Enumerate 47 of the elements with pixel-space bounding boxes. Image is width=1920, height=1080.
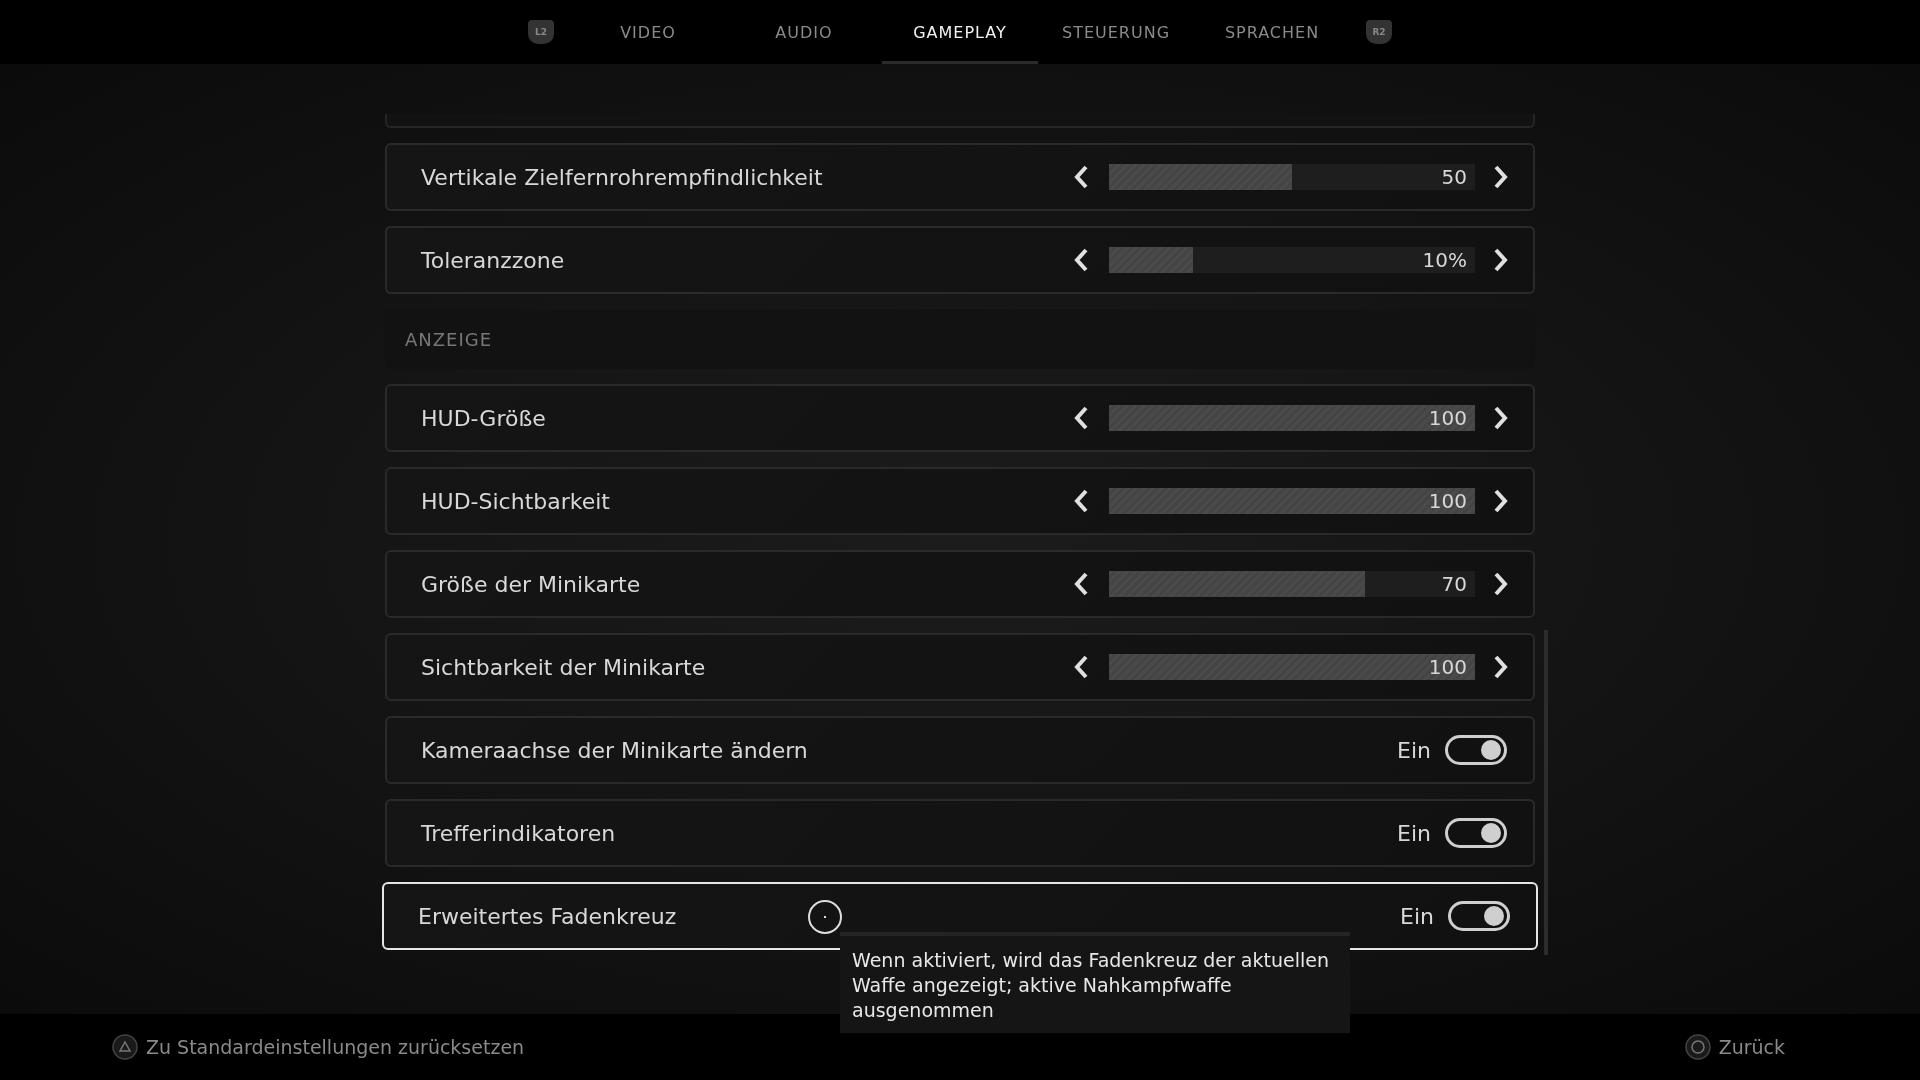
setting-label: HUD-Größe: [421, 405, 546, 431]
slider-value: 70: [1441, 571, 1467, 597]
slider-value: 100: [1428, 405, 1467, 431]
setting-row[interactable]: Sichtbarkeit der Minikarte 100: [385, 633, 1535, 701]
reset-defaults-label[interactable]: Zu Standardeinstellungen zurücksetzen: [146, 1036, 525, 1058]
triangle-button-icon[interactable]: [112, 1034, 138, 1060]
setting-label: Erweitertes Fadenkreuz: [418, 903, 677, 929]
toggle-state: Ein: [1397, 737, 1431, 763]
shoulder-button-icon[interactable]: R2: [1366, 20, 1392, 44]
slider-value: 10%: [1422, 247, 1467, 273]
setting-label: HUD-Sichtbarkeit: [421, 488, 610, 514]
setting-label: Sichtbarkeit der Minikarte: [421, 654, 706, 680]
slider-track[interactable]: 100: [1109, 654, 1475, 680]
circle-button-icon[interactable]: [1684, 1034, 1711, 1060]
setting-row[interactable]: Toleranzzone 10%: [385, 226, 1535, 294]
back-label[interactable]: Zurück: [1718, 1036, 1785, 1058]
slider-track[interactable]: 70: [1109, 571, 1475, 597]
setting-label: Größe der Minikarte: [421, 571, 641, 597]
tooltip: Wenn aktiviert, wird das Fadenkreuz der aktuellen Waffe angezeigt; aktive Nahkampfwaffe ausgenommen: [840, 932, 1350, 1033]
toggle-state: Ein: [1400, 903, 1434, 929]
setting-row[interactable]: Trefferindikatoren Ein: [385, 799, 1535, 867]
shoulder-button-icon[interactable]: L2: [528, 20, 554, 44]
tab[interactable]: SPRACHEN: [1194, 0, 1350, 64]
setting-row[interactable]: Größe der Minikarte 70: [385, 550, 1535, 618]
slider-value: 100: [1428, 654, 1467, 680]
setting-row[interactable]: Vertikale Zielfernrohrempfindlichkeit 50: [385, 143, 1535, 211]
toggle-switch[interactable]: [1445, 818, 1507, 848]
slider-track[interactable]: 100: [1109, 405, 1475, 431]
setting-label: Toleranzzone: [421, 247, 565, 273]
slider-track[interactable]: 50: [1109, 164, 1475, 190]
toggle-switch[interactable]: [1448, 901, 1510, 931]
toggle-switch[interactable]: [1445, 735, 1507, 765]
setting-row[interactable]: Kameraachse der Minikarte ändern Ein: [385, 716, 1535, 784]
slider-value: 100: [1428, 488, 1467, 514]
slider-track[interactable]: 100: [1109, 488, 1475, 514]
slider-value: 50: [1441, 164, 1467, 190]
setting-row[interactable]: HUD-Größe 100: [385, 384, 1535, 452]
setting-row[interactable]: HUD-Sichtbarkeit 100: [385, 467, 1535, 535]
tab[interactable]: AUDIO: [726, 0, 882, 64]
slider-track[interactable]: 10%: [1109, 247, 1475, 273]
setting-label: Vertikale Zielfernrohrempfindlichkeit: [421, 164, 823, 190]
section-title: ANZEIGE: [405, 328, 493, 350]
tab[interactable]: VIDEO: [570, 0, 726, 64]
setting-label: Trefferindikatoren: [421, 820, 616, 846]
toggle-state: Ein: [1397, 820, 1431, 846]
setting-label: Kameraachse der Minikarte ändern: [421, 737, 808, 763]
tab[interactable]: STEUERUNG: [1038, 0, 1194, 64]
